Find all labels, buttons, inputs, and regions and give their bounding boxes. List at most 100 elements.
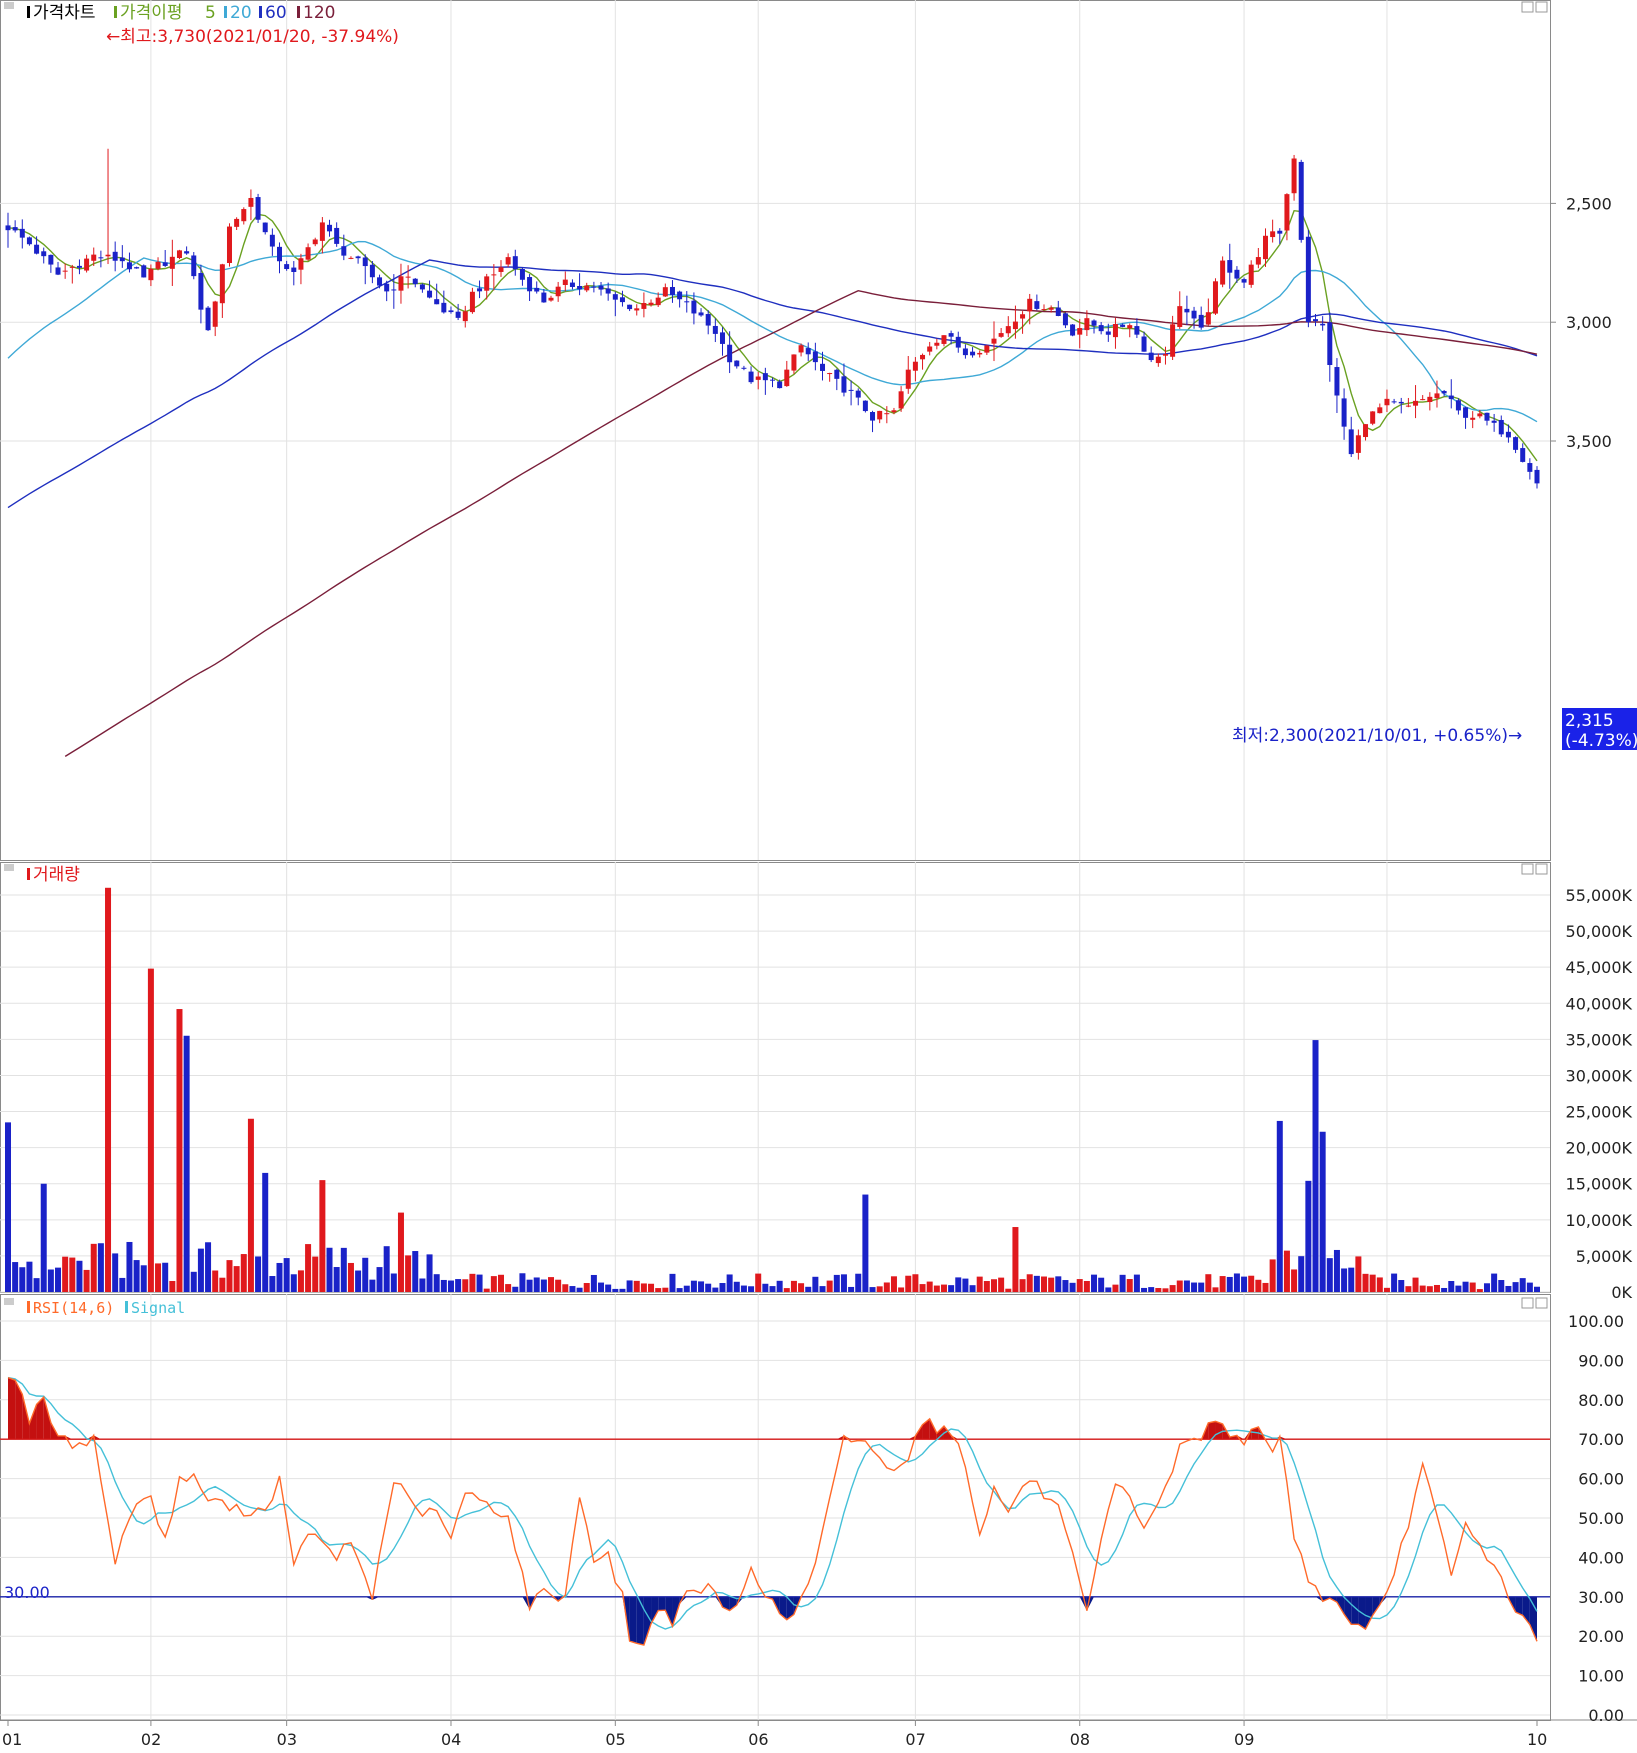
- candle-body: [176, 250, 182, 258]
- candle-body: [1141, 336, 1147, 352]
- candle-body: [184, 251, 190, 254]
- candle-body: [1105, 331, 1111, 335]
- volume-bar: [869, 1287, 876, 1292]
- candle-body: [355, 256, 361, 259]
- volume-bar: [590, 1274, 597, 1292]
- volume-bar: [840, 1274, 847, 1292]
- volume-bar: [1033, 1275, 1040, 1292]
- volume-bar: [1226, 1276, 1233, 1292]
- candle-body: [1127, 325, 1133, 329]
- volume-bar: [1348, 1267, 1355, 1292]
- x-axis-label: 04: [441, 1730, 461, 1749]
- volume-bar: [1233, 1273, 1240, 1292]
- candle-body: [441, 302, 447, 313]
- candle-body: [1205, 312, 1211, 325]
- candle-body: [1270, 231, 1276, 238]
- candle-body: [1070, 324, 1076, 336]
- volume-bar: [405, 1255, 412, 1292]
- candle-body: [126, 262, 132, 270]
- candle-body: [1262, 235, 1268, 260]
- volume-bar: [1219, 1276, 1226, 1292]
- candle-body: [1463, 407, 1469, 418]
- candle-body: [841, 376, 847, 393]
- candle-body: [777, 381, 783, 389]
- volume-bar: [855, 1273, 862, 1292]
- volume-bar: [1362, 1273, 1369, 1292]
- volume-bar: [1405, 1286, 1412, 1292]
- candle-body: [1291, 158, 1297, 194]
- candle-body: [634, 308, 640, 311]
- candle-body: [1477, 413, 1483, 417]
- volume-bar: [733, 1281, 740, 1292]
- volume-bar: [1091, 1274, 1098, 1292]
- volume-bar: [76, 1260, 83, 1292]
- volume-bar: [948, 1285, 955, 1292]
- legend-swatch-ma-20: [224, 6, 227, 18]
- volume-bar: [155, 1263, 162, 1292]
- panel-menu-icon[interactable]: [4, 1298, 14, 1305]
- panel-menu-icon[interactable]: [4, 864, 14, 871]
- legend-swatch-ma-120: [297, 6, 300, 18]
- volume-bar: [455, 1279, 462, 1292]
- candle-body: [848, 389, 854, 391]
- panel-menu-icon[interactable]: [4, 2, 14, 9]
- volume-bar: [497, 1274, 504, 1292]
- candle-body: [377, 277, 383, 286]
- volume-bar: [1005, 1288, 1012, 1292]
- volume-bar: [305, 1244, 312, 1292]
- volume-bar: [140, 1265, 147, 1292]
- volume-bar: [1012, 1227, 1019, 1292]
- candle-body: [327, 224, 333, 232]
- legend-ma-60: 60: [265, 3, 287, 23]
- volume-bar: [619, 1288, 626, 1292]
- x-axis-label: 09: [1234, 1730, 1254, 1749]
- volume-bar: [1491, 1273, 1498, 1292]
- candle-body: [1062, 313, 1068, 326]
- candle-body: [941, 335, 947, 344]
- candle-body: [927, 346, 933, 352]
- volume-bar: [55, 1267, 62, 1292]
- candle-body: [1248, 264, 1254, 285]
- candle-body: [1405, 405, 1411, 407]
- volume-bar: [1176, 1280, 1183, 1292]
- candle-body: [912, 361, 918, 371]
- volume-bar: [519, 1273, 526, 1292]
- candle-body: [462, 311, 468, 322]
- volume-bar: [1112, 1284, 1119, 1292]
- volume-bar: [612, 1288, 619, 1292]
- volume-bar: [1248, 1275, 1255, 1292]
- volume-bar: [1391, 1273, 1398, 1292]
- candle: [176, 249, 182, 260]
- candle-body: [1234, 269, 1240, 279]
- candle: [255, 193, 261, 224]
- volume-bar: [605, 1284, 612, 1292]
- candle-body: [1363, 424, 1369, 438]
- volume-bar: [512, 1286, 519, 1292]
- candle-body: [827, 373, 833, 375]
- volume-bar: [62, 1256, 69, 1292]
- candle: [141, 264, 147, 278]
- candle-body: [198, 273, 204, 310]
- candle-body: [162, 262, 168, 266]
- candle-body: [920, 354, 926, 360]
- volume-bar: [883, 1282, 890, 1292]
- volume-bar: [633, 1280, 640, 1292]
- volume-bar: [219, 1277, 226, 1292]
- volume-bar: [1369, 1274, 1376, 1292]
- x-axis-label: 08: [1070, 1730, 1090, 1749]
- candle-body: [641, 303, 647, 309]
- candle-body: [226, 226, 232, 264]
- volume-bar: [555, 1279, 562, 1292]
- volume-bar: [83, 1269, 90, 1292]
- volume-bar: [326, 1247, 333, 1292]
- x-axis-label: 01: [2, 1730, 22, 1749]
- candle: [226, 223, 232, 267]
- candle-body: [734, 360, 740, 367]
- candle-body: [262, 222, 268, 233]
- candle-body: [755, 376, 761, 380]
- candle-body: [1505, 431, 1511, 438]
- volume-bar: [1441, 1287, 1448, 1292]
- candle-body: [719, 332, 725, 344]
- volume-bar: [1148, 1287, 1155, 1292]
- current-change: (-4.73%): [1565, 731, 1637, 751]
